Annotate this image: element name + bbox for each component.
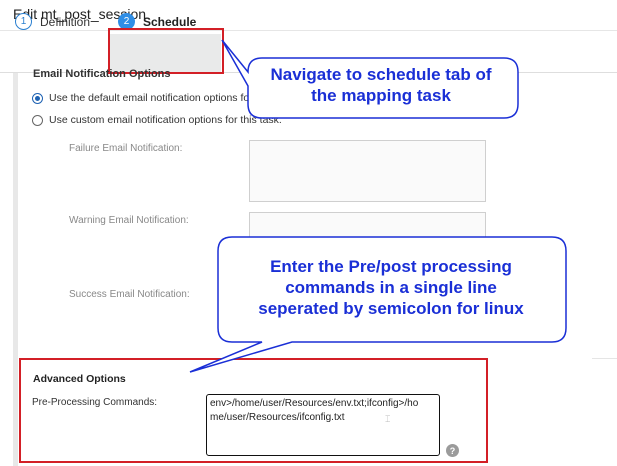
callout-line: Enter the Pre/post processing [270,257,512,276]
callout-line: commands in a single line [285,278,497,297]
callout-line: the mapping task [311,86,451,105]
edit-task-window: Edit mt_post_session 1 Definition 2 Sche… [0,0,617,466]
callout-line: Navigate to schedule tab of [270,65,492,84]
enter-callout-text: Enter the Pre/post processing commands i… [220,256,562,319]
callout-line: seperated by semicolon for linux [258,299,524,318]
navigate-callout-text: Navigate to schedule tab of the mapping … [246,64,516,106]
